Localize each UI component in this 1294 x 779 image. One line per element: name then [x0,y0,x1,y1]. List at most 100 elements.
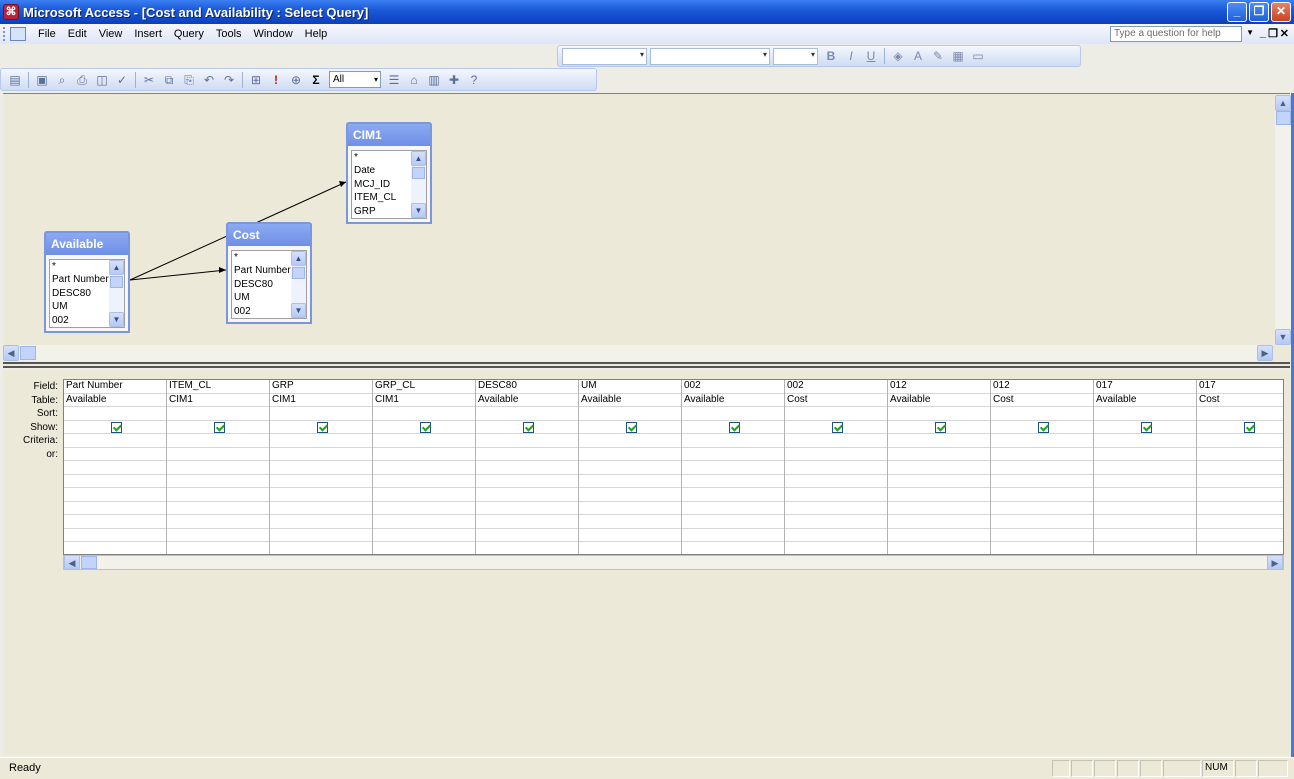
field-list[interactable]: * Part Number DESC80 UM 002 ▲ ▼ [231,250,307,319]
show-checkbox[interactable] [625,421,637,433]
or-cell[interactable] [476,488,578,502]
sort-cell[interactable] [888,407,990,421]
or-cell[interactable] [888,515,990,529]
or-cell[interactable] [785,529,887,542]
menu-edit[interactable]: Edit [62,25,93,43]
or-cell[interactable] [167,475,269,488]
field-cell[interactable]: 017 [1094,380,1196,394]
menu-insert[interactable]: Insert [128,25,168,43]
or-cell[interactable] [373,488,475,502]
close-button[interactable]: ✕ [1271,2,1291,22]
or-cell[interactable] [579,515,681,529]
sort-cell[interactable] [1094,407,1196,421]
or-cell[interactable] [579,529,681,542]
sort-cell[interactable] [270,407,372,421]
document-icon[interactable] [10,27,26,41]
print-preview-icon[interactable]: ◫ [93,71,111,89]
pane-splitter[interactable] [3,362,1290,368]
or-cell[interactable] [167,542,269,554]
or-cell[interactable] [1094,475,1196,488]
or-cell[interactable] [579,475,681,488]
line-color-icon[interactable]: ✎ [929,47,947,65]
or-cell[interactable] [1197,488,1283,502]
or-cell[interactable] [1197,448,1283,461]
print-icon[interactable]: ⎙ [73,71,91,89]
cut-icon[interactable]: ✂ [140,71,158,89]
or-cell[interactable] [373,542,475,554]
table-title[interactable]: Available [46,233,128,255]
or-cell[interactable] [888,475,990,488]
or-cell[interactable] [373,502,475,515]
scroll-right-icon[interactable]: ▶ [1257,345,1273,361]
show-checkbox[interactable] [522,421,534,433]
or-cell[interactable] [270,461,372,475]
field-cell[interactable]: Part Number [64,380,166,394]
sort-cell[interactable] [64,407,166,421]
table-title[interactable]: CIM1 [348,124,430,146]
or-cell[interactable] [888,488,990,502]
or-cell[interactable] [785,448,887,461]
table-cell[interactable]: CIM1 [167,394,269,407]
or-cell[interactable] [1094,515,1196,529]
or-cell[interactable] [579,502,681,515]
or-cell[interactable] [785,475,887,488]
table-cell[interactable]: Available [888,394,990,407]
italic-icon[interactable]: I [842,47,860,65]
or-cell[interactable] [579,488,681,502]
or-cell[interactable] [270,448,372,461]
or-cell[interactable] [64,461,166,475]
scroll-up-icon[interactable]: ▲ [291,251,306,266]
doc-restore-button[interactable]: ❐ [1268,27,1278,40]
show-checkbox[interactable] [1037,421,1049,433]
show-checkbox[interactable] [728,421,740,433]
or-cell[interactable] [682,448,784,461]
field-cell[interactable]: GRP_CL [373,380,475,394]
minimize-button[interactable]: _ [1227,2,1247,22]
table-title[interactable]: Cost [228,224,310,246]
or-cell[interactable] [579,448,681,461]
undo-icon[interactable]: ↶ [200,71,218,89]
criteria-cell[interactable] [579,434,681,448]
or-cell[interactable] [64,448,166,461]
sort-cell[interactable] [476,407,578,421]
or-cell[interactable] [1197,502,1283,515]
or-cell[interactable] [682,461,784,475]
field-cell[interactable]: 017 [1197,380,1283,394]
font-size-combo[interactable] [773,47,818,65]
or-cell[interactable] [785,461,887,475]
or-cell[interactable] [1197,515,1283,529]
grid-column[interactable]: 012 Cost [991,380,1094,554]
criteria-cell[interactable] [64,434,166,448]
or-cell[interactable] [64,475,166,488]
or-cell[interactable] [270,515,372,529]
scroll-thumb[interactable] [20,346,36,360]
or-cell[interactable] [1094,448,1196,461]
or-cell[interactable] [785,502,887,515]
toolbar-grip[interactable] [3,27,6,41]
criteria-cell[interactable] [682,434,784,448]
scroll-down-icon[interactable]: ▼ [291,303,306,318]
or-cell[interactable] [1094,488,1196,502]
field-list[interactable]: * Date MCJ_ID ITEM_CL GRP ▲ ▼ [351,150,427,219]
field-cell[interactable]: 012 [991,380,1093,394]
scroll-down-icon[interactable]: ▼ [1275,329,1291,345]
grid-column[interactable]: UM Available [579,380,682,554]
sort-cell[interactable] [167,407,269,421]
show-checkbox[interactable] [419,421,431,433]
or-cell[interactable] [1197,461,1283,475]
table-cell[interactable]: Available [1094,394,1196,407]
or-cell[interactable] [682,488,784,502]
or-cell[interactable] [888,529,990,542]
or-cell[interactable] [167,515,269,529]
or-cell[interactable] [373,529,475,542]
or-cell[interactable] [64,529,166,542]
or-cell[interactable] [579,461,681,475]
build-icon[interactable]: ⌂ [405,71,423,89]
object-combo[interactable] [562,47,647,65]
or-cell[interactable] [64,515,166,529]
criteria-cell[interactable] [167,434,269,448]
menu-file[interactable]: File [32,25,62,43]
or-cell[interactable] [785,515,887,529]
new-object-icon[interactable]: ✚ [445,71,463,89]
or-cell[interactable] [1094,502,1196,515]
